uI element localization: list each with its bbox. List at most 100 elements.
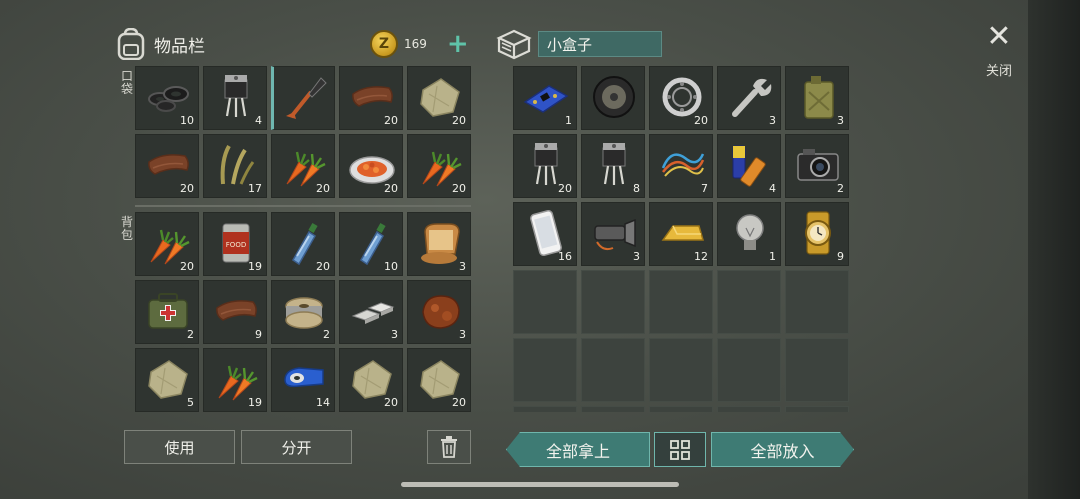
add-coins-button[interactable]: + (447, 31, 469, 57)
inventory-slot[interactable]: 4 (203, 66, 267, 130)
take-all-button[interactable]: 全部拿上 (506, 432, 650, 467)
empty-slot[interactable] (717, 406, 781, 412)
item-count: 20 (180, 182, 194, 195)
item-count: 20 (452, 114, 466, 127)
item-count: 3 (459, 328, 466, 341)
inventory-slot[interactable]: 19 (203, 348, 267, 412)
item-count: 19 (248, 396, 262, 409)
inventory-slot[interactable]: 7 (649, 134, 713, 198)
inventory-slot[interactable]: 1 (717, 202, 781, 266)
inventory-slot[interactable]: 3 (407, 212, 471, 276)
split-button[interactable]: 分开 (241, 430, 352, 464)
inventory-slot[interactable]: 3 (581, 202, 645, 266)
inventory-slot[interactable]: 20 (135, 212, 199, 276)
inventory-slot[interactable]: FOOD 19 (203, 212, 267, 276)
backpack-grid: 20 FOOD 19 20 10 3 2 9 2 3 3 5 19 14 20 20 (135, 212, 471, 412)
empty-slot[interactable] (513, 406, 577, 412)
inventory-slot[interactable]: 20 (407, 134, 471, 198)
inventory-slot[interactable]: 10 (339, 212, 403, 276)
shovel-icon (286, 77, 327, 119)
toast-icon (421, 223, 460, 264)
inventory-slot[interactable]: 20 (339, 134, 403, 198)
inventory-slot[interactable]: 2 (271, 280, 335, 344)
item-count: 20 (384, 396, 398, 409)
item-count: 12 (694, 250, 708, 263)
empty-slot[interactable] (513, 338, 577, 402)
inventory-slot[interactable] (271, 66, 335, 130)
item-count: 2 (187, 328, 194, 341)
first-aid-bag-icon (148, 293, 188, 329)
inventory-slot[interactable]: 20 (339, 348, 403, 412)
trash-icon (441, 436, 457, 458)
item-count: 20 (384, 114, 398, 127)
empty-slot[interactable] (785, 270, 849, 334)
empty-slot[interactable] (717, 270, 781, 334)
close-button[interactable]: ✕ 关闭 (984, 22, 1014, 80)
inventory-slot[interactable]: 10 (135, 66, 199, 130)
home-indicator[interactable] (401, 482, 679, 487)
inventory-slot[interactable]: 1 (513, 66, 577, 130)
currency-display: Z 169 + (370, 30, 469, 58)
empty-slot[interactable] (581, 338, 645, 402)
empty-slot[interactable] (581, 406, 645, 412)
inventory-slot[interactable]: 8 (581, 134, 645, 198)
inventory-slot[interactable]: 9 (785, 202, 849, 266)
item-count: 20 (694, 114, 708, 127)
empty-slot[interactable] (717, 338, 781, 402)
inventory-slot[interactable]: 20 (339, 66, 403, 130)
inventory-slot[interactable]: 20 (649, 66, 713, 130)
wrench-icon (732, 78, 772, 117)
batteries-icon (732, 145, 766, 187)
inventory-slot[interactable] (581, 66, 645, 130)
backpack-label: 背包 (120, 215, 133, 242)
inventory-slot[interactable]: 20 (271, 134, 335, 198)
empty-slot[interactable] (513, 270, 577, 334)
container-name[interactable]: 小盒子 (538, 31, 662, 57)
item-count: 3 (391, 328, 398, 341)
pocket-grid: 10 4 20 20 20 17 20 20 20 (135, 66, 471, 198)
inventory-slot[interactable]: 2 (785, 134, 849, 198)
put-all-button[interactable]: 全部放入 (711, 432, 854, 467)
inventory-slot[interactable]: 20 (135, 134, 199, 198)
item-count: 20 (452, 396, 466, 409)
empty-slot[interactable] (649, 270, 713, 334)
inventory-slot[interactable]: 3 (785, 66, 849, 130)
inventory-slot[interactable]: 12 (649, 202, 713, 266)
empty-slot[interactable] (785, 338, 849, 402)
item-count: 10 (384, 260, 398, 273)
inventory-slot[interactable]: 5 (135, 348, 199, 412)
inventory-slot[interactable]: 9 (203, 280, 267, 344)
inventory-slot[interactable]: 14 (271, 348, 335, 412)
item-count: 10 (180, 114, 194, 127)
item-count: 20 (452, 182, 466, 195)
use-button[interactable]: 使用 (124, 430, 235, 464)
item-count: 20 (316, 260, 330, 273)
wires-icon (661, 153, 705, 177)
inventory-slot[interactable]: 20 (271, 212, 335, 276)
empty-slot[interactable] (649, 406, 713, 412)
inventory-slot[interactable]: 20 (407, 348, 471, 412)
inventory-slot[interactable]: 3 (407, 280, 471, 344)
empty-slot[interactable] (785, 406, 849, 412)
inventory-slot[interactable]: 3 (717, 66, 781, 130)
empty-slot[interactable] (649, 338, 713, 402)
inventory-slot[interactable]: 20 (513, 134, 577, 198)
item-count: 20 (316, 182, 330, 195)
tire-icon (593, 76, 635, 118)
trash-button[interactable] (427, 430, 471, 464)
empty-slot[interactable] (581, 270, 645, 334)
inventory-slot[interactable]: 17 (203, 134, 267, 198)
sort-button[interactable] (654, 432, 706, 467)
inventory-slot[interactable]: 3 (339, 280, 403, 344)
inventory-slot[interactable]: 2 (135, 280, 199, 344)
inventory-slot[interactable]: 20 (407, 66, 471, 130)
backpack-icon (117, 28, 145, 60)
item-count: 17 (248, 182, 262, 195)
inventory-slot[interactable]: 4 (717, 134, 781, 198)
item-count: 1 (769, 250, 776, 263)
item-count: 20 (558, 182, 572, 195)
coin-amount: 169 (404, 37, 427, 51)
inventory-title: 物品栏 (154, 36, 205, 57)
item-count: 20 (384, 182, 398, 195)
inventory-slot[interactable]: 16 (513, 202, 577, 266)
